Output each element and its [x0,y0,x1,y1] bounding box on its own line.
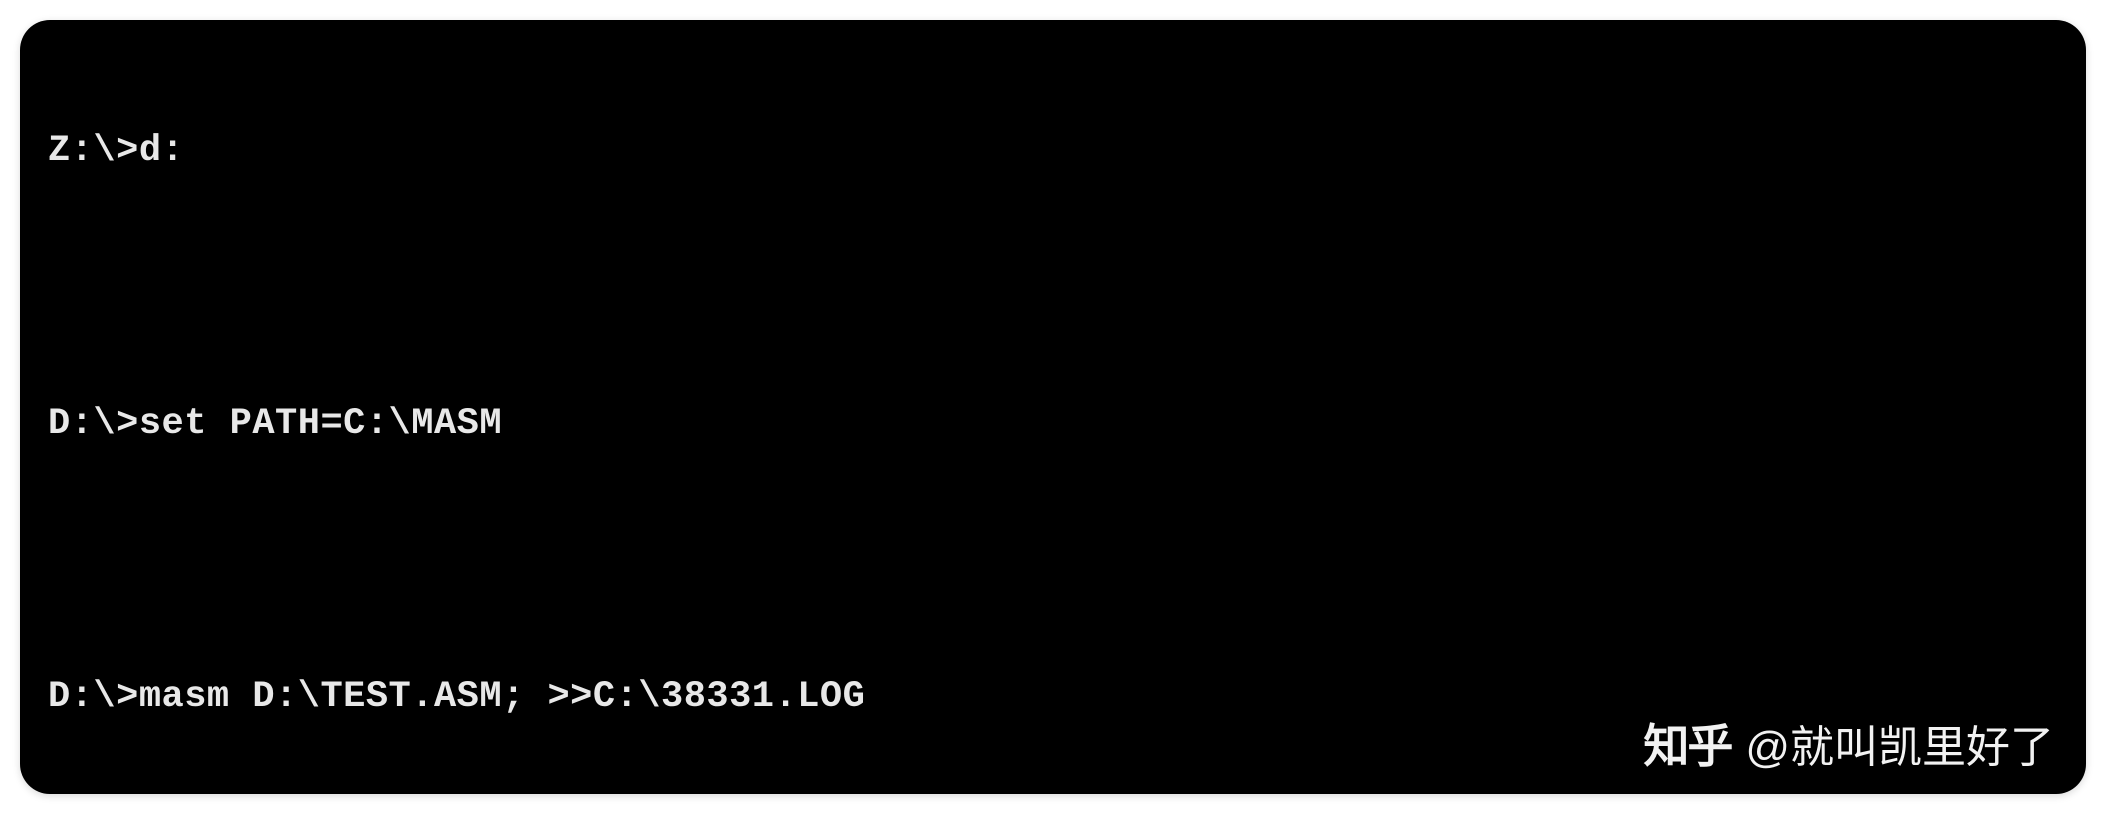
terminal-window[interactable]: Z:\>d: D:\>set PATH=C:\MASM D:\>masm D:\… [20,20,2086,794]
terminal-line: Z:\>d: [48,129,2058,175]
terminal-line [48,539,2058,585]
zhihu-logo: 知乎 [1643,710,1731,776]
terminal-output: Z:\>d: D:\>set PATH=C:\MASM D:\>masm D:\… [48,38,2058,794]
watermark: 知乎 @就叫凯里好了 [1643,710,2054,776]
terminal-line: D:\>set PATH=C:\MASM [48,402,2058,448]
watermark-author: @就叫凯里好了 [1745,711,2054,775]
terminal-line [48,266,2058,312]
